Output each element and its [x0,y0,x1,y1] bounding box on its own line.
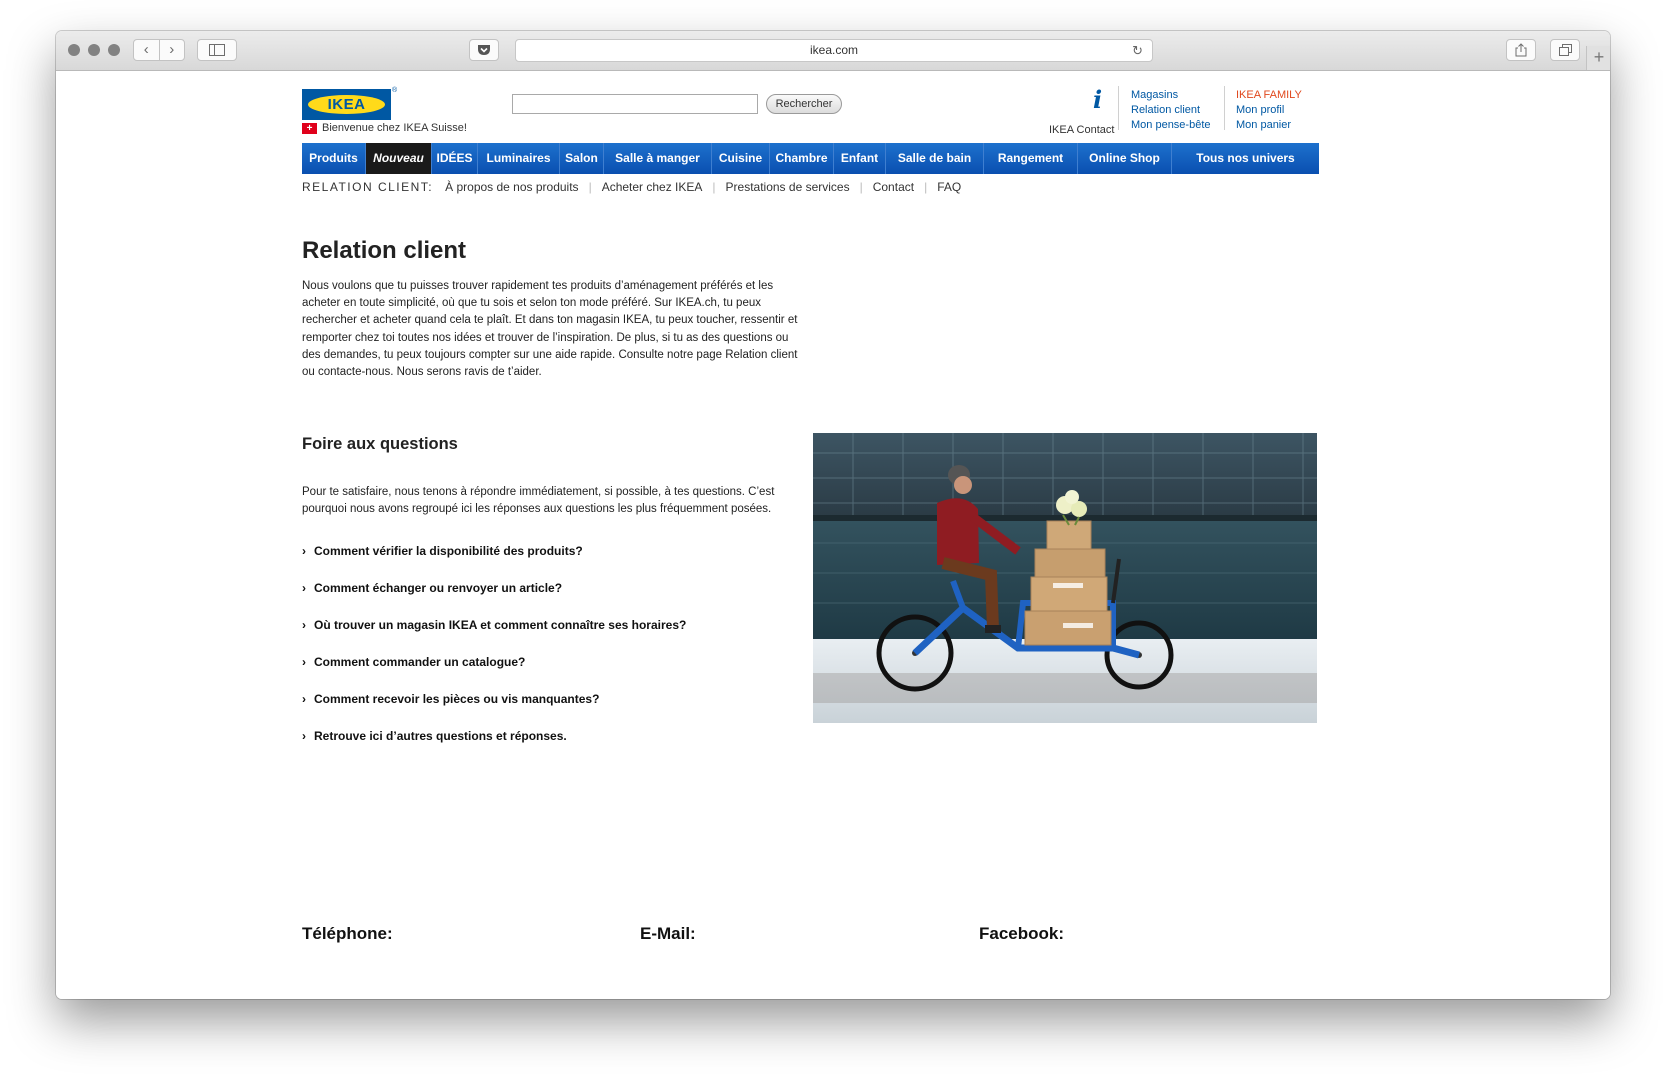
faq-intro: Pour te satisfaire, nous tenons à répond… [302,486,775,515]
welcome-text: Bienvenue chez IKEA Suisse! [322,122,467,134]
faq-link-label: Comment échanger ou renvoyer un article? [314,581,563,595]
top-links-col2: IKEA FAMILY Mon profil Mon panier [1236,88,1302,133]
subnav-about-products[interactable]: À propos de nos produits [445,180,578,194]
faq-link[interactable]: › Comment commander un catalogue? [302,654,525,670]
nav-children[interactable]: Enfant [834,143,886,174]
chevron-right-icon: › [302,655,306,669]
customer-relation-link[interactable]: Relation client [1131,103,1211,118]
swiss-flag-icon: + [302,122,317,134]
nav-online-shop[interactable]: Online Shop [1078,143,1172,174]
divider [1224,86,1225,130]
top-links-col1: Magasins Relation client Mon pense-bête [1131,88,1211,133]
faq-link[interactable]: › Où trouver un magasin IKEA et comment c… [302,617,686,633]
intro-paragraph: Nous voulons que tu puisses trouver rapi… [302,280,798,379]
subnav-separator: | [924,180,928,194]
footer-email-heading: E-Mail: [640,924,696,943]
sidebar-toggle-button[interactable] [197,39,237,61]
close-window-button[interactable] [68,44,80,56]
faq-link[interactable]: › Comment échanger ou renvoyer un article… [302,580,562,596]
ikea-contact-link[interactable]: IKEA Contact [1049,124,1114,136]
reload-icon[interactable]: ↻ [1132,40,1143,61]
pocket-icon [478,45,490,55]
subnav-separator: | [588,180,592,194]
page-content: IKEA ® + Bienvenue chez IKEA Suisse! Rec… [56,71,1610,999]
subnav-label: RELATION CLIENT: [302,180,434,194]
chevron-right-icon: › [302,618,306,632]
photo-illustration [813,433,1317,723]
sub-navigation: RELATION CLIENT: À propos de nos produit… [302,180,961,194]
pocket-button[interactable] [469,39,499,61]
subnav-separator: | [859,180,863,194]
ikea-family-link[interactable]: IKEA FAMILY [1236,88,1302,103]
subnav-faq[interactable]: FAQ [937,180,961,194]
chevron-right-icon: › [302,692,306,706]
subnav-services[interactable]: Prestations de services [726,180,850,194]
share-icon [1515,43,1527,57]
faq-link-label: Retrouve ici d’autres questions et répon… [314,729,567,743]
cargo-bike-photo [813,433,1317,723]
footer-facebook-heading: Facebook: [979,924,1065,943]
nav-bedroom[interactable]: Chambre [770,143,834,174]
main-navigation: Produits Nouveau IDÉES Luminaires Salon … [302,143,1319,174]
nav-storage[interactable]: Rangement [984,143,1078,174]
faq-link[interactable]: › Retrouve ici d’autres questions et répo… [302,728,567,744]
divider [1118,86,1119,130]
search-button[interactable]: Rechercher [766,94,842,114]
url-text: ikea.com [809,43,859,57]
subnav-separator: | [712,180,716,194]
nav-lighting[interactable]: Luminaires [478,143,560,174]
tabs-overview-button[interactable] [1550,39,1580,61]
nav-new[interactable]: Nouveau [366,143,432,174]
nav-bathroom[interactable]: Salle de bain [886,143,984,174]
titlebar: ‹ › ikea.com ↻ + [56,31,1610,71]
my-profile-link[interactable]: Mon profil [1236,103,1302,118]
ikea-logo[interactable]: IKEA [302,89,391,120]
new-tab-button[interactable]: + [1586,46,1610,70]
registered-mark: ® [392,87,398,94]
faq-link[interactable]: › Comment recevoir les pièces ou vis manq… [302,691,599,707]
footer-phone-heading: Téléphone: [302,924,393,943]
chevron-right-icon: › [302,729,306,743]
nav-all-universes[interactable]: Tous nos univers [1172,143,1319,174]
back-forward-group: ‹ › [133,39,185,61]
zoom-window-button[interactable] [108,44,120,56]
page-title: Relation client [302,237,467,264]
search-input[interactable] [512,94,758,114]
sidebar-icon [209,44,225,56]
faq-link-label: Comment vérifier la disponibilité des pr… [314,544,583,558]
subnav-buy-at-ikea[interactable]: Acheter chez IKEA [602,180,703,194]
info-icon[interactable]: i [1093,85,1102,114]
logo-text: IKEA [308,95,385,114]
address-bar[interactable]: ikea.com ↻ [515,39,1153,62]
forward-button[interactable]: › [158,40,185,60]
tabs-icon [1558,44,1572,56]
nav-products[interactable]: Produits [302,143,366,174]
minimize-window-button[interactable] [88,44,100,56]
nav-living-room[interactable]: Salon [560,143,604,174]
back-button[interactable]: ‹ [134,40,159,60]
stores-link[interactable]: Magasins [1131,88,1211,103]
browser-window: ‹ › ikea.com ↻ + IKEA ® + Bienvenue chez… [56,31,1610,999]
faq-heading: Foire aux questions [302,435,458,453]
subnav-contact[interactable]: Contact [873,180,914,194]
chevron-right-icon: › [302,581,306,595]
shopping-list-link[interactable]: Mon pense-bête [1131,118,1211,133]
faq-link[interactable]: › Comment vérifier la disponibilité des p… [302,543,583,559]
nav-ideas[interactable]: IDÉES [432,143,478,174]
nav-kitchen[interactable]: Cuisine [712,143,770,174]
faq-link-label: Où trouver un magasin IKEA et comment co… [314,618,687,632]
chevron-right-icon: › [302,544,306,558]
welcome-banner: + Bienvenue chez IKEA Suisse! [302,122,467,134]
faq-link-label: Comment commander un catalogue? [314,655,526,669]
faq-link-label: Comment recevoir les pièces ou vis manqu… [314,692,600,706]
nav-dining[interactable]: Salle à manger [604,143,712,174]
my-cart-link[interactable]: Mon panier [1236,118,1302,133]
share-button[interactable] [1506,39,1536,61]
